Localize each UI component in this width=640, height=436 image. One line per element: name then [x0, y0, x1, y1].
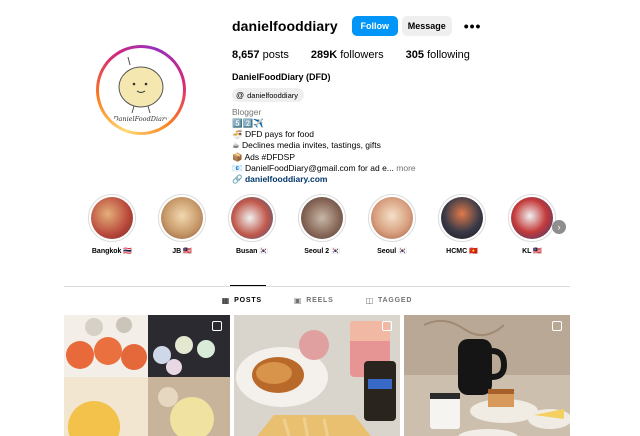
full-name: DanielFoodDiary (DFD): [232, 72, 331, 82]
highlight-cover: [91, 197, 133, 239]
post-tile[interactable]: [234, 315, 400, 436]
bio-category: Blogger: [232, 106, 262, 117]
highlight-hcmc[interactable]: HCMC 🇻🇳: [434, 194, 490, 255]
bio-more-link[interactable]: more: [396, 163, 415, 173]
highlight-cover: [161, 197, 203, 239]
highlight-ring: [508, 194, 556, 242]
story-highlights: Bangkok 🇹🇭 JB 🇲🇾 Busan 🇰🇷 Seoul 2 🇰🇷 Seo…: [84, 194, 584, 264]
followers-stat[interactable]: 289K followers: [311, 49, 384, 61]
highlight-busan[interactable]: Busan 🇰🇷: [224, 194, 280, 255]
profile-tabs: ▦ POSTS ▣ REELS ◫ TAGGED: [64, 296, 570, 305]
carousel-icon: [212, 321, 222, 331]
tab-label: POSTS: [234, 297, 262, 304]
bio-line: 🍜 DFD pays for food: [232, 129, 314, 140]
tab-reels[interactable]: ▣ REELS: [294, 296, 334, 305]
bio: Blogger 5️⃣2️⃣✈️ 🍜 DFD pays for food ☕ D…: [232, 107, 612, 186]
tab-label: TAGGED: [377, 297, 413, 304]
highlight-ring: [438, 194, 486, 242]
highlight-label: JB 🇲🇾: [172, 248, 192, 255]
highlight-ring: [228, 194, 276, 242]
carousel-icon: [382, 321, 392, 331]
chevron-right-icon[interactable]: ›: [552, 220, 566, 234]
avatar-illustration: DanielFoodDiary: [102, 51, 180, 129]
reels-icon: ▣: [293, 296, 303, 305]
header-top-row: danielfooddiary Follow Message •••: [232, 15, 612, 37]
tab-label: REELS: [306, 297, 334, 304]
highlight-label: HCMC 🇻🇳: [446, 248, 478, 255]
highlight-cover: [511, 197, 553, 239]
more-options-icon[interactable]: •••: [464, 19, 482, 33]
highlight-cover: [441, 197, 483, 239]
post-image: [234, 315, 400, 436]
highlight-cover: [371, 197, 413, 239]
avatar-gap: DanielFoodDiary: [99, 48, 183, 132]
posts-stat: 8,657 posts: [232, 49, 289, 61]
tab-posts[interactable]: ▦ POSTS: [222, 296, 262, 305]
threads-icon: @: [236, 90, 245, 100]
highlight-ring: [158, 194, 206, 242]
highlight-ring: [298, 194, 346, 242]
message-button[interactable]: Message: [401, 16, 452, 36]
following-stat[interactable]: 305 following: [406, 49, 470, 61]
highlight-seoul-2[interactable]: Seoul 2 🇰🇷: [294, 194, 350, 255]
bio-website[interactable]: 🔗 danielfooddiary.com: [232, 174, 612, 185]
highlight-bangkok[interactable]: Bangkok 🇹🇭: [84, 194, 140, 255]
tabs-divider: [64, 286, 570, 287]
highlight-cover: [301, 197, 343, 239]
grid-icon: ▦: [221, 296, 231, 305]
active-tab-indicator: [230, 285, 266, 286]
posts-count: 8,657: [232, 49, 260, 61]
tagged-icon: ◫: [365, 296, 374, 305]
highlight-label: Seoul 🇰🇷: [377, 248, 407, 255]
posts-label: posts: [262, 49, 289, 61]
avatar-logo-text: DanielFoodDiary: [112, 115, 169, 123]
highlight-ring: [88, 194, 136, 242]
followers-count: 289K: [310, 49, 338, 61]
website-link[interactable]: danielfooddiary.com: [245, 174, 328, 184]
bio-email-text: 📧 DanielFoodDiary@gmail.com for ad e...: [232, 162, 394, 173]
profile-stats: 8,657 posts 289K followers 305 following: [232, 48, 612, 62]
following-label: following: [427, 49, 470, 61]
tab-tagged[interactable]: ◫ TAGGED: [366, 296, 413, 305]
profile-header: danielfooddiary Follow Message ••• 8,657…: [232, 15, 612, 186]
bio-line: 5️⃣2️⃣✈️: [232, 117, 264, 128]
profile-avatar-ring[interactable]: DanielFoodDiary: [96, 45, 186, 135]
bio-line: ☕ Declines media invites, tastings, gift…: [232, 140, 381, 151]
highlight-label: Seoul 2 🇰🇷: [304, 248, 340, 255]
highlight-label: Busan 🇰🇷: [235, 248, 269, 255]
post-image: [404, 315, 570, 436]
follow-button[interactable]: Follow: [351, 16, 398, 36]
highlight-ring: [368, 194, 416, 242]
link-icon: 🔗: [232, 174, 243, 185]
highlight-cover: [231, 197, 273, 239]
highlight-seoul[interactable]: Seoul 🇰🇷: [364, 194, 420, 255]
post-tile[interactable]: [404, 315, 570, 436]
following-count: 305: [405, 49, 425, 61]
threads-handle: danielfooddiary: [247, 90, 298, 100]
bio-line: 📦 Ads #DFDSP: [232, 151, 296, 162]
username: danielfooddiary: [232, 18, 338, 34]
highlight-jb[interactable]: JB 🇲🇾: [154, 194, 210, 255]
threads-badge[interactable]: @ danielfooddiary: [232, 88, 304, 102]
highlight-label: Bangkok 🇹🇭: [91, 248, 133, 255]
avatar[interactable]: DanielFoodDiary: [102, 51, 180, 129]
posts-grid: [64, 315, 570, 436]
post-image: [64, 315, 230, 436]
highlight-label: KL 🇲🇾: [522, 248, 542, 255]
followers-label: followers: [340, 49, 384, 61]
bio-line-email: 📧 DanielFoodDiary@gmail.com for ad e... …: [232, 163, 612, 174]
carousel-icon: [552, 321, 562, 331]
post-tile[interactable]: [64, 315, 230, 436]
